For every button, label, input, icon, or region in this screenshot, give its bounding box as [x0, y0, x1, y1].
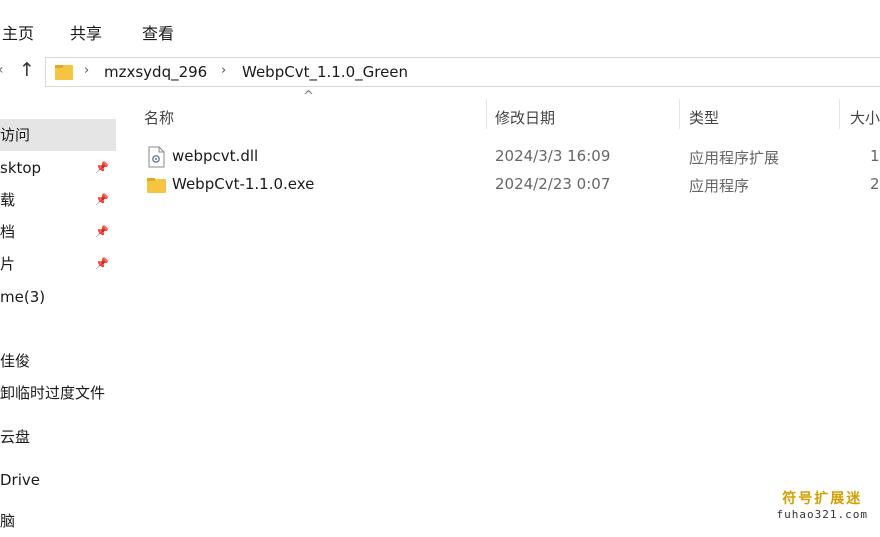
watermark-title: 符号扩展迷: [782, 491, 863, 507]
sort-caret-icon: ^: [303, 89, 314, 104]
file-type: 应用程序: [689, 177, 750, 195]
nav-item-label: 档: [0, 223, 16, 241]
nav-item-downloads[interactable]: 载 📌: [0, 184, 116, 216]
folder-icon: [147, 178, 166, 193]
breadcrumb-separator-icon: ›: [221, 63, 227, 78]
nav-item-quick-access[interactable]: 访问: [0, 119, 116, 151]
file-size: 2: [870, 175, 880, 193]
nav-item-this-pc[interactable]: 脑: [0, 505, 116, 537]
address-row: ‹ ↑ › mzxsydq_296 › WebpCvt_1.1.0_Green: [0, 52, 880, 93]
breadcrumb-segment-1[interactable]: mzxsydq_296: [104, 63, 207, 81]
nav-item-label: 访问: [0, 126, 31, 144]
nav-item-label: sktop: [0, 159, 42, 177]
nav-item-label: 载: [0, 191, 16, 209]
file-list: ^ 名称 修改日期 类型 大小 webpcvt.dll 2024/3/3 16:…: [120, 89, 880, 529]
watermark-url: fuhao321.com: [776, 508, 868, 521]
nav-item-user[interactable]: 佳俊: [0, 345, 116, 377]
file-type: 应用程序扩展: [689, 149, 780, 167]
nav-item-label: Drive: [0, 471, 40, 489]
tab-view[interactable]: 查看: [142, 20, 174, 44]
nav-item-label: 云盘: [0, 428, 31, 446]
nav-item-documents[interactable]: 档 📌: [0, 216, 116, 248]
dll-file-icon: [148, 146, 165, 168]
column-header-size[interactable]: 大小: [850, 107, 880, 128]
nav-item-temp-files[interactable]: 卸临时过度文件: [0, 377, 116, 409]
nav-item-folder[interactable]: me(3): [0, 281, 116, 313]
pin-icon[interactable]: 📌: [95, 152, 109, 184]
nav-item-label: 脑: [0, 512, 16, 530]
pin-icon[interactable]: 📌: [95, 184, 109, 216]
table-row[interactable]: WebpCvt-1.1.0.exe 2024/2/23 0:07 应用程序 2: [140, 171, 880, 199]
column-header-name[interactable]: 名称: [144, 107, 174, 128]
nav-item-label: 佳俊: [0, 352, 31, 370]
nav-item-pictures[interactable]: 片 📌: [0, 248, 116, 280]
nav-item-onedrive[interactable]: Drive: [0, 464, 116, 496]
nav-item-desktop[interactable]: sktop 📌: [0, 152, 116, 184]
breadcrumb-separator-icon: ›: [84, 63, 90, 78]
navigation-pane: 访问 sktop 📌 载 📌 档 📌 片 📌 me(3) 佳俊 卸临时过度文件 …: [0, 93, 118, 530]
nav-item-cloud-drive[interactable]: 云盘: [0, 421, 116, 453]
nav-item-label: 卸临时过度文件: [0, 384, 106, 402]
title-bar: ¯ ¯ ¯ ¯ ¯ ¯ ¯: [0, 0, 880, 8]
pin-icon[interactable]: 📌: [95, 216, 109, 248]
nav-item-label: me(3): [0, 288, 46, 306]
column-divider[interactable]: [679, 99, 680, 129]
column-header-type[interactable]: 类型: [689, 107, 719, 128]
column-divider[interactable]: [486, 99, 487, 129]
tab-home[interactable]: 主页: [2, 20, 34, 44]
file-date: 2024/2/23 0:07: [495, 175, 611, 193]
column-divider[interactable]: [839, 99, 840, 129]
breadcrumb-segment-2[interactable]: WebpCvt_1.1.0_Green: [242, 63, 408, 81]
file-size: 1: [870, 147, 880, 165]
tab-share[interactable]: 共享: [70, 20, 102, 44]
window-title-fragment: ¯ ¯ ¯ ¯ ¯ ¯ ¯: [0, 0, 65, 6]
column-header-date[interactable]: 修改日期: [495, 107, 555, 128]
pin-icon[interactable]: 📌: [95, 248, 109, 280]
file-name: webpcvt.dll: [172, 147, 259, 165]
nav-item-label: 片: [0, 255, 16, 273]
ribbon-tabs: 主页 共享 查看: [0, 8, 880, 53]
watermark: 符号扩展迷 fuhao321.com: [777, 488, 868, 521]
table-row[interactable]: webpcvt.dll 2024/3/3 16:09 应用程序扩展 1: [140, 143, 880, 171]
up-arrow-icon[interactable]: ↑: [19, 59, 35, 81]
address-bar[interactable]: › mzxsydq_296 › WebpCvt_1.1.0_Green: [45, 57, 880, 87]
file-date: 2024/3/3 16:09: [495, 147, 611, 165]
back-icon[interactable]: ‹: [0, 62, 4, 78]
folder-icon: [55, 65, 73, 80]
file-name: WebpCvt-1.1.0.exe: [172, 175, 315, 193]
column-header-row: ^ 名称 修改日期 类型 大小: [120, 89, 880, 137]
